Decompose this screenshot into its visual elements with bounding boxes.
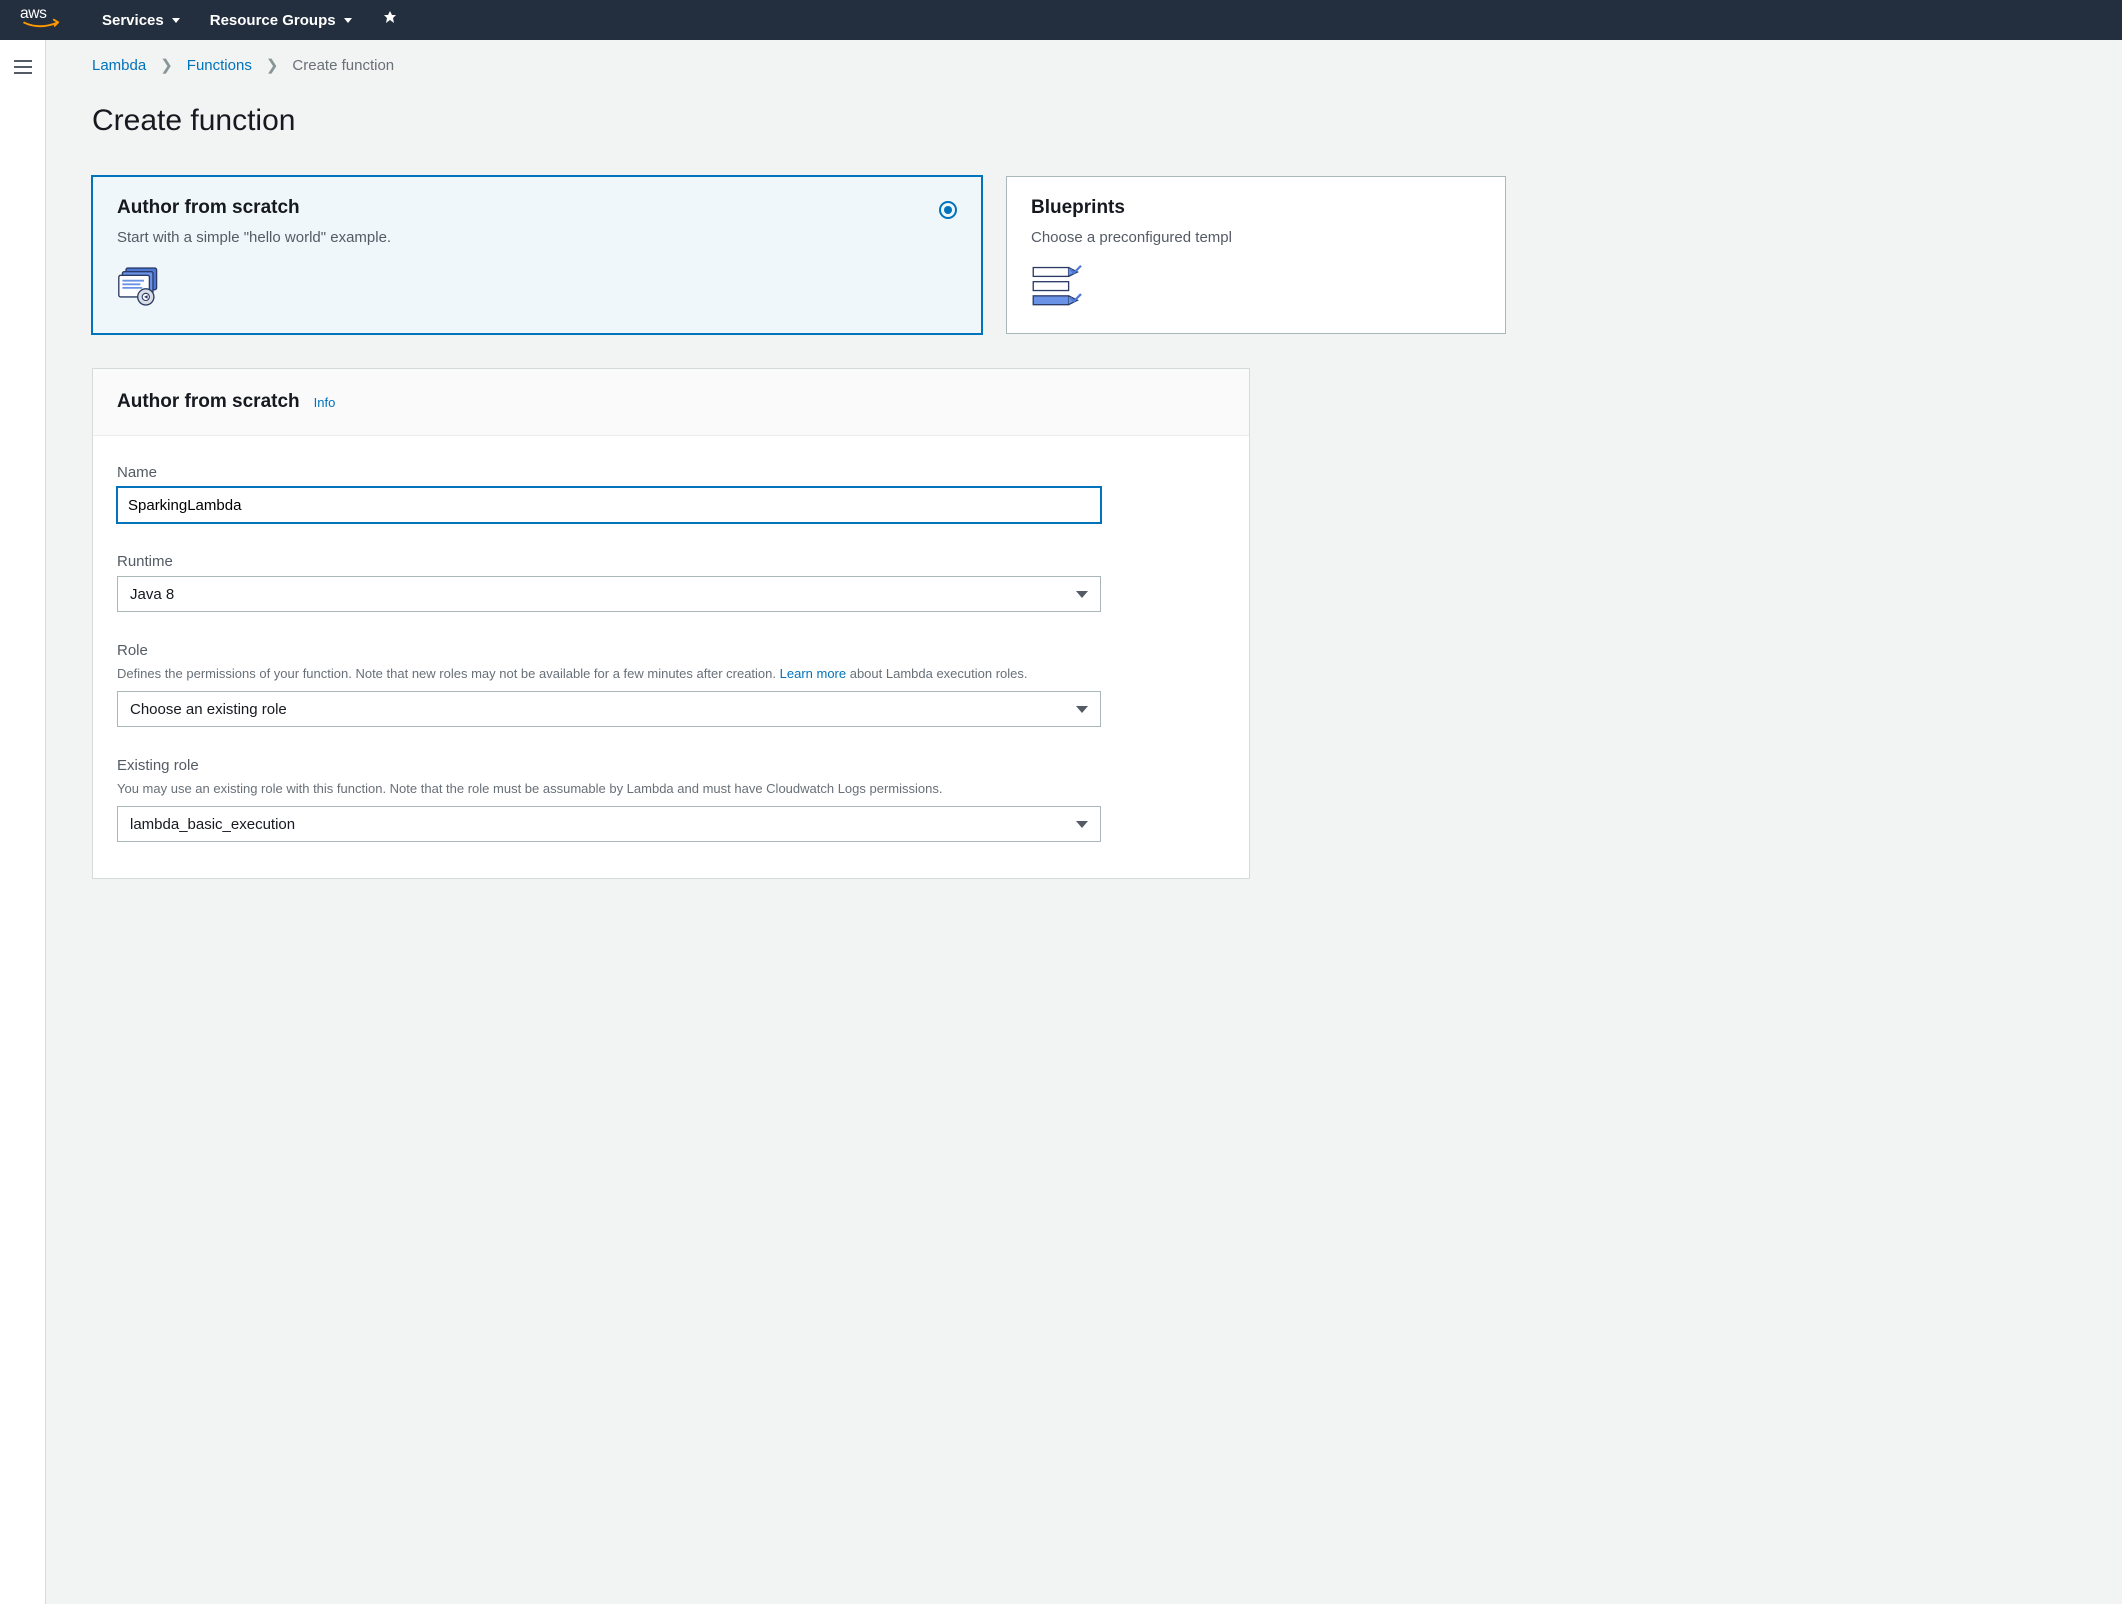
- role-help: Defines the permissions of your function…: [117, 665, 1225, 683]
- info-link[interactable]: Info: [314, 395, 336, 410]
- field-name: Name: [117, 464, 1225, 523]
- pin-icon[interactable]: [382, 10, 398, 31]
- option-scratch-title: Author from scratch: [117, 197, 957, 219]
- chevron-down-icon: [172, 18, 180, 23]
- existing-role-help: You may use an existing role with this f…: [117, 780, 1225, 798]
- aws-logo[interactable]: aws: [20, 4, 72, 36]
- breadcrumb-lambda[interactable]: Lambda: [92, 57, 146, 74]
- chevron-right-icon: ❯: [266, 56, 279, 74]
- option-blueprints-title: Blueprints: [1031, 197, 1481, 219]
- existing-role-value: lambda_basic_execution: [130, 816, 295, 833]
- creation-options: Author from scratch Start with a simple …: [92, 176, 2122, 334]
- blueprints-icon: [1031, 264, 1481, 313]
- triangle-down-icon: [1076, 591, 1088, 598]
- runtime-select[interactable]: Java 8: [117, 576, 1101, 612]
- field-role: Role Defines the permissions of your fun…: [117, 642, 1225, 727]
- existing-role-select[interactable]: lambda_basic_execution: [117, 806, 1101, 842]
- chevron-down-icon: [344, 18, 352, 23]
- nav-resource-groups-label: Resource Groups: [210, 12, 336, 29]
- main-content: Lambda ❯ Functions ❯ Create function Cre…: [46, 40, 2122, 1604]
- sidebar-toggle-rail: [0, 40, 46, 1604]
- role-label: Role: [117, 642, 1225, 659]
- form-header: Author from scratch Info: [93, 369, 1249, 436]
- runtime-value: Java 8: [130, 586, 174, 603]
- triangle-down-icon: [1076, 706, 1088, 713]
- triangle-down-icon: [1076, 821, 1088, 828]
- name-label: Name: [117, 464, 1225, 481]
- role-value: Choose an existing role: [130, 701, 287, 718]
- field-runtime: Runtime Java 8: [117, 553, 1225, 612]
- chevron-right-icon: ❯: [160, 56, 173, 74]
- field-existing-role: Existing role You may use an existing ro…: [117, 757, 1225, 842]
- scratch-icon: [117, 264, 957, 313]
- svg-text:aws: aws: [20, 5, 47, 22]
- nav-services[interactable]: Services: [102, 12, 180, 29]
- breadcrumb-current: Create function: [292, 57, 394, 74]
- runtime-label: Runtime: [117, 553, 1225, 570]
- option-author-from-scratch[interactable]: Author from scratch Start with a simple …: [92, 176, 982, 334]
- breadcrumb: Lambda ❯ Functions ❯ Create function: [92, 56, 2122, 74]
- existing-role-label: Existing role: [117, 757, 1225, 774]
- nav-services-label: Services: [102, 12, 164, 29]
- option-scratch-desc: Start with a simple "hello world" exampl…: [117, 229, 957, 246]
- option-blueprints[interactable]: Blueprints Choose a preconfigured templ: [1006, 176, 1506, 334]
- author-from-scratch-panel: Author from scratch Info Name Runtime Ja…: [92, 368, 1250, 879]
- nav-resource-groups[interactable]: Resource Groups: [210, 12, 352, 29]
- hamburger-icon[interactable]: [14, 60, 32, 74]
- form-header-title: Author from scratch: [117, 391, 300, 413]
- learn-more-link[interactable]: Learn more: [780, 666, 846, 681]
- page-title: Create function: [92, 104, 2122, 138]
- role-select[interactable]: Choose an existing role: [117, 691, 1101, 727]
- radio-selected-icon: [939, 201, 957, 219]
- option-blueprints-desc: Choose a preconfigured templ: [1031, 229, 1481, 246]
- top-nav: aws Services Resource Groups: [0, 0, 2122, 40]
- name-input[interactable]: [117, 487, 1101, 523]
- breadcrumb-functions[interactable]: Functions: [187, 57, 252, 74]
